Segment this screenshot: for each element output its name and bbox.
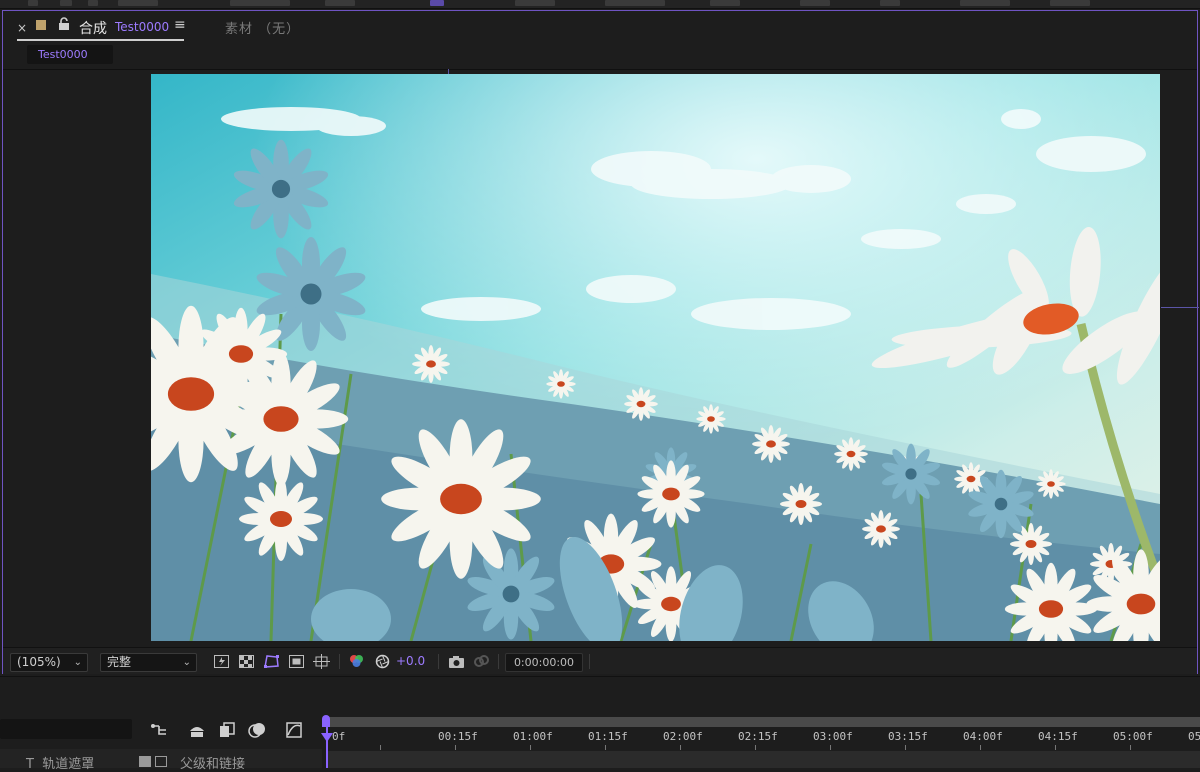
ruler-tick-label: 02:00f: [663, 730, 703, 743]
composition-subtab[interactable]: Test0000: [27, 45, 113, 64]
ruler-tick: [1130, 745, 1131, 750]
ruler-tick-label: 04:00f: [963, 730, 1003, 743]
ruler-tick-label: 03:15f: [888, 730, 928, 743]
work-area-bar[interactable]: [326, 717, 1200, 727]
zoom-dropdown[interactable]: (105%) ⌄: [10, 653, 88, 672]
daisy-field-image: [151, 74, 1160, 641]
show-snapshot-icon[interactable]: [473, 654, 490, 669]
ruler-tick-label: 01:15f: [588, 730, 628, 743]
layer-track-area: [326, 751, 1200, 768]
chevron-down-icon: ⌄: [182, 657, 191, 668]
ruler-tick-label: 05:00f: [1113, 730, 1153, 743]
exposure-value[interactable]: +0.0: [396, 654, 425, 668]
transparency-grid-icon[interactable]: [238, 654, 255, 669]
parent-and-link-column[interactable]: 父级和链接: [180, 753, 245, 772]
ruler-tick-label: 03:00f: [813, 730, 853, 743]
top-toolbar-strip: [0, 0, 1200, 9]
ruler-tick: [905, 745, 906, 750]
resolution-dropdown[interactable]: 完整 ⌄: [100, 653, 197, 672]
composition-tab-title[interactable]: 合成: [79, 18, 107, 38]
region-of-interest-icon[interactable]: [288, 654, 305, 669]
ruler-tick: [530, 745, 531, 750]
ruler-tick-label: 02:15f: [738, 730, 778, 743]
composition-navigator-bar: Test0000: [3, 43, 1197, 70]
toolbar-separator: [438, 654, 439, 669]
label-color-swatch[interactable]: [36, 20, 46, 30]
footage-tab[interactable]: 素材 （无）: [225, 18, 300, 37]
composition-tab-name[interactable]: Test0000: [115, 20, 169, 34]
ruler-tick: [755, 745, 756, 750]
draft-3d-icon[interactable]: [188, 721, 206, 739]
ruler-tick: [830, 745, 831, 750]
panel-menu-icon[interactable]: ≡: [174, 17, 186, 33]
graph-editor-icon[interactable]: [285, 721, 303, 739]
layer-search-input[interactable]: [0, 719, 132, 739]
ruler-tick-label: 04:15f: [1038, 730, 1078, 743]
preserve-transparency-icon[interactable]: [155, 756, 167, 767]
ruler-tick: [1055, 745, 1056, 750]
panel-header: × 合成 Test0000 ≡ 素材 （无）: [3, 11, 1197, 43]
timeline-panel: T 轨道遮罩 父级和链接 0f 00:15f 01:00f 01:15f 02:00f 0…: [0, 676, 1200, 772]
playhead-line[interactable]: [326, 727, 328, 768]
composition-panel: × 合成 Test0000 ≡ 素材 （无） Test0000 (105%) ⌄…: [2, 10, 1199, 674]
time-ruler[interactable]: 0f 00:15f 01:00f 01:15f 02:00f 02:15f 03:00f 03…: [321, 715, 1200, 768]
ruler-tick-label: 01:00f: [513, 730, 553, 743]
track-matte-column[interactable]: T 轨道遮罩: [26, 753, 94, 772]
toolbar-separator: [498, 654, 499, 669]
parent-link-icon[interactable]: [150, 721, 168, 739]
blend-mode-toggle-icon[interactable]: [139, 756, 151, 767]
toolbar-separator: [339, 654, 340, 669]
resolution-value: 完整: [107, 655, 132, 669]
chevron-down-icon: ⌄: [73, 657, 82, 668]
ruler-tick-label: 00:15f: [438, 730, 478, 743]
current-time-display[interactable]: 0:00:00:00: [505, 653, 583, 672]
snapshot-camera-icon[interactable]: [448, 654, 465, 669]
active-tab-indicator: [17, 39, 184, 41]
ruler-tick: [605, 745, 606, 750]
close-icon[interactable]: ×: [17, 21, 27, 35]
guides-grid-icon[interactable]: [313, 654, 330, 669]
track-matte-label: 轨道遮罩: [42, 757, 95, 772]
ruler-tick-label: 05:15f: [1188, 730, 1200, 743]
work-area-start-handle[interactable]: [322, 715, 330, 727]
text-layer-icon: T: [26, 757, 34, 772]
ruler-tick: [380, 745, 381, 750]
frame-blending-icon[interactable]: [218, 721, 236, 739]
ruler-tick: [455, 745, 456, 750]
motion-blur-icon[interactable]: [248, 721, 266, 739]
toolbar-separator: [589, 654, 590, 669]
ruler-tick: [680, 745, 681, 750]
color-channels-icon[interactable]: [348, 654, 365, 669]
ruler-tick: [980, 745, 981, 750]
exposure-reset-icon[interactable]: [374, 654, 391, 669]
zoom-value: (105%): [17, 655, 61, 669]
viewer-toolbar: (105%) ⌄ 完整 ⌄ +0.0 0:00:00:00: [3, 647, 1197, 674]
guide-line: [1161, 307, 1199, 308]
lock-icon[interactable]: [58, 17, 70, 31]
composition-viewer[interactable]: [151, 74, 1160, 641]
fast-preview-icon[interactable]: [213, 654, 230, 669]
ruler-tick-label: 0f: [332, 730, 346, 743]
mask-path-icon[interactable]: [263, 654, 280, 669]
